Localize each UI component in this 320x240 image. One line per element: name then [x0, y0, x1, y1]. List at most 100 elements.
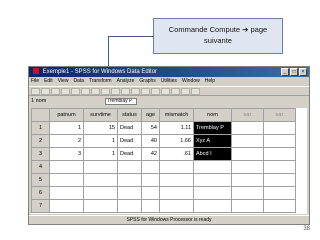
menu-file[interactable]: File [31, 77, 39, 86]
cell-patnum[interactable] [49, 186, 84, 200]
cell-var[interactable] [231, 121, 264, 135]
cell-var[interactable] [263, 147, 296, 161]
row-number[interactable]: 6 [31, 186, 50, 200]
goto-chart-icon[interactable] [91, 88, 100, 95]
cell-age[interactable] [141, 199, 160, 213]
cell-age[interactable]: 54 [141, 121, 160, 135]
variables-icon[interactable] [111, 88, 120, 95]
value-labels-icon[interactable] [181, 88, 190, 95]
cell-status[interactable]: Dead [117, 121, 142, 135]
cell-status[interactable]: Dead [117, 134, 142, 148]
cell-var[interactable] [263, 173, 296, 187]
menu-data[interactable]: Data [73, 77, 84, 86]
save-icon[interactable] [41, 88, 50, 95]
menu-help[interactable]: Help [205, 77, 215, 86]
cell-survtime[interactable]: 15 [83, 121, 118, 135]
use-sets-icon[interactable] [191, 88, 200, 95]
cell-var[interactable] [263, 121, 296, 135]
cell-var[interactable] [231, 199, 264, 213]
goto-case-icon[interactable] [101, 88, 110, 95]
window-titlebar[interactable]: Exemple1 - SPSS for Windows Data Editor … [29, 67, 309, 77]
cell-nom[interactable] [193, 173, 232, 187]
cell-var[interactable] [231, 160, 264, 174]
column-header-var[interactable]: var [231, 108, 264, 122]
cell-survtime[interactable]: 1 [83, 147, 118, 161]
print-icon[interactable] [51, 88, 60, 95]
cell-patnum[interactable] [49, 160, 84, 174]
row-number[interactable]: 5 [31, 173, 50, 187]
cell-survtime[interactable] [83, 160, 118, 174]
cell-age[interactable]: 42 [141, 147, 160, 161]
cell-mismatch[interactable] [159, 160, 194, 174]
menu-window[interactable]: Window [182, 77, 200, 86]
cell-var[interactable] [231, 173, 264, 187]
cell-age[interactable]: 40 [141, 134, 160, 148]
cell-var[interactable] [263, 160, 296, 174]
menu-transform[interactable]: Transform [89, 77, 112, 86]
cell-nom[interactable] [193, 186, 232, 200]
cell-mismatch[interactable] [159, 173, 194, 187]
cell-status[interactable] [117, 160, 142, 174]
row-number[interactable]: 1 [31, 121, 50, 135]
row-number[interactable]: 3 [31, 147, 50, 161]
cell-survtime[interactable] [83, 173, 118, 187]
cell-patnum[interactable]: 3 [49, 147, 84, 161]
menu-analyze[interactable]: Analyze [117, 77, 135, 86]
row-number[interactable]: 4 [31, 160, 50, 174]
select-cases-icon[interactable] [171, 88, 180, 95]
column-header-patnum[interactable]: patnum [49, 108, 84, 122]
dialog-recall-icon[interactable] [61, 88, 70, 95]
undo-icon[interactable] [71, 88, 80, 95]
column-header-survtime[interactable]: survtime [83, 108, 118, 122]
cell-var[interactable] [263, 199, 296, 213]
cell-patnum[interactable]: 1 [49, 121, 84, 135]
cell-status[interactable] [117, 199, 142, 213]
column-header-nom[interactable]: nom [193, 108, 232, 122]
cell-nom[interactable] [193, 160, 232, 174]
cell-nom[interactable]: Tremblay P [193, 121, 232, 135]
cell-var[interactable] [263, 186, 296, 200]
menu-view[interactable]: View [58, 77, 69, 86]
split-file-icon[interactable] [151, 88, 160, 95]
menu-graphs[interactable]: Graphs [139, 77, 155, 86]
cell-nom[interactable]: Abcd I [193, 147, 232, 161]
cell-var[interactable] [231, 147, 264, 161]
cell-mismatch[interactable] [159, 186, 194, 200]
cell-var[interactable] [263, 134, 296, 148]
cell-status[interactable]: Dead [117, 147, 142, 161]
minimize-button[interactable]: _ [281, 68, 289, 76]
column-header-age[interactable]: age [141, 108, 160, 122]
cell-nom[interactable] [193, 199, 232, 213]
cell-mismatch[interactable]: .61 [159, 147, 194, 161]
insert-variable-icon[interactable] [141, 88, 150, 95]
cell-patnum[interactable] [49, 173, 84, 187]
cell-survtime[interactable] [83, 186, 118, 200]
cell-var[interactable] [231, 186, 264, 200]
cell-value-input[interactable]: Tremblay P [105, 97, 137, 105]
menu-edit[interactable]: Edit [44, 77, 53, 86]
close-button[interactable]: × [299, 68, 307, 76]
weight-cases-icon[interactable] [161, 88, 170, 95]
redo-icon[interactable] [81, 88, 90, 95]
cell-survtime[interactable] [83, 199, 118, 213]
open-file-icon[interactable] [31, 88, 40, 95]
cell-age[interactable] [141, 173, 160, 187]
cell-patnum[interactable]: 2 [49, 134, 84, 148]
row-number[interactable]: 2 [31, 134, 50, 148]
find-icon[interactable] [121, 88, 130, 95]
cell-age[interactable] [141, 186, 160, 200]
cell-status[interactable] [117, 173, 142, 187]
cell-patnum[interactable] [49, 199, 84, 213]
cell-mismatch[interactable]: 1.66 [159, 134, 194, 148]
cell-age[interactable] [141, 160, 160, 174]
insert-case-icon[interactable] [131, 88, 140, 95]
column-header-status[interactable]: status [117, 108, 142, 122]
cell-survtime[interactable]: 1 [83, 134, 118, 148]
cell-status[interactable] [117, 186, 142, 200]
maximize-button[interactable]: □ [290, 68, 298, 76]
cell-nom[interactable]: Xyz A [193, 134, 232, 148]
cell-var[interactable] [231, 134, 264, 148]
column-header-mismatch[interactable]: mismatch [159, 108, 194, 122]
cell-mismatch[interactable] [159, 199, 194, 213]
column-header-var[interactable]: var [263, 108, 296, 122]
